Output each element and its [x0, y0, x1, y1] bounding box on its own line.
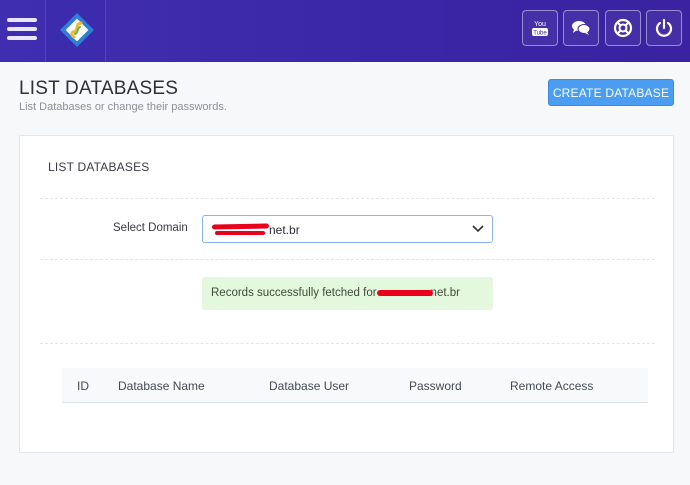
logo-icon [60, 13, 94, 47]
divider [40, 198, 655, 199]
select-domain-label: Select Domain [113, 222, 188, 234]
column-header-remote-access[interactable]: Remote Access [510, 379, 593, 393]
list-databases-panel: LIST DATABASES Select Domain net.br Reco… [19, 135, 674, 453]
top-bar: You Tube [0, 0, 690, 62]
column-header-database-user[interactable]: Database User [269, 379, 349, 393]
column-header-id[interactable]: ID [77, 379, 89, 393]
chat-button[interactable] [563, 10, 599, 46]
databases-table-header: ID Database Name Database User Password … [62, 368, 648, 403]
youtube-icon: You Tube [532, 21, 548, 37]
divider [40, 259, 655, 260]
divider [40, 343, 655, 344]
domain-select-value: net.br [269, 223, 300, 237]
domain-select[interactable]: net.br [202, 215, 493, 243]
hamburger-icon[interactable] [7, 18, 37, 42]
page-subtitle: List Databases or change their passwords… [19, 101, 227, 113]
create-database-button[interactable]: CREATE DATABASE [548, 79, 674, 106]
app-logo[interactable] [45, 0, 106, 62]
column-header-password[interactable]: Password [409, 379, 462, 393]
alert-domain: net.br [430, 287, 460, 299]
alert-text: Records successfully fetched for net.br [211, 287, 460, 299]
logout-button[interactable] [646, 10, 682, 46]
chat-icon [572, 21, 591, 35]
svg-text:Tube: Tube [533, 31, 547, 37]
redaction-mark [215, 231, 265, 235]
youtube-button[interactable]: You Tube [522, 10, 558, 46]
lifebuoy-icon [613, 18, 633, 38]
page-title: LIST DATABASES [19, 78, 179, 99]
alert-prefix: Records successfully fetched for [211, 287, 377, 299]
success-alert: Records successfully fetched for net.br [202, 277, 493, 310]
redaction-mark [211, 223, 270, 230]
power-icon [655, 18, 673, 37]
chevron-down-icon [472, 225, 484, 233]
support-button[interactable] [605, 10, 641, 46]
svg-text:You: You [534, 21, 546, 28]
column-header-database-name[interactable]: Database Name [118, 379, 205, 393]
panel-title: LIST DATABASES [48, 160, 150, 174]
